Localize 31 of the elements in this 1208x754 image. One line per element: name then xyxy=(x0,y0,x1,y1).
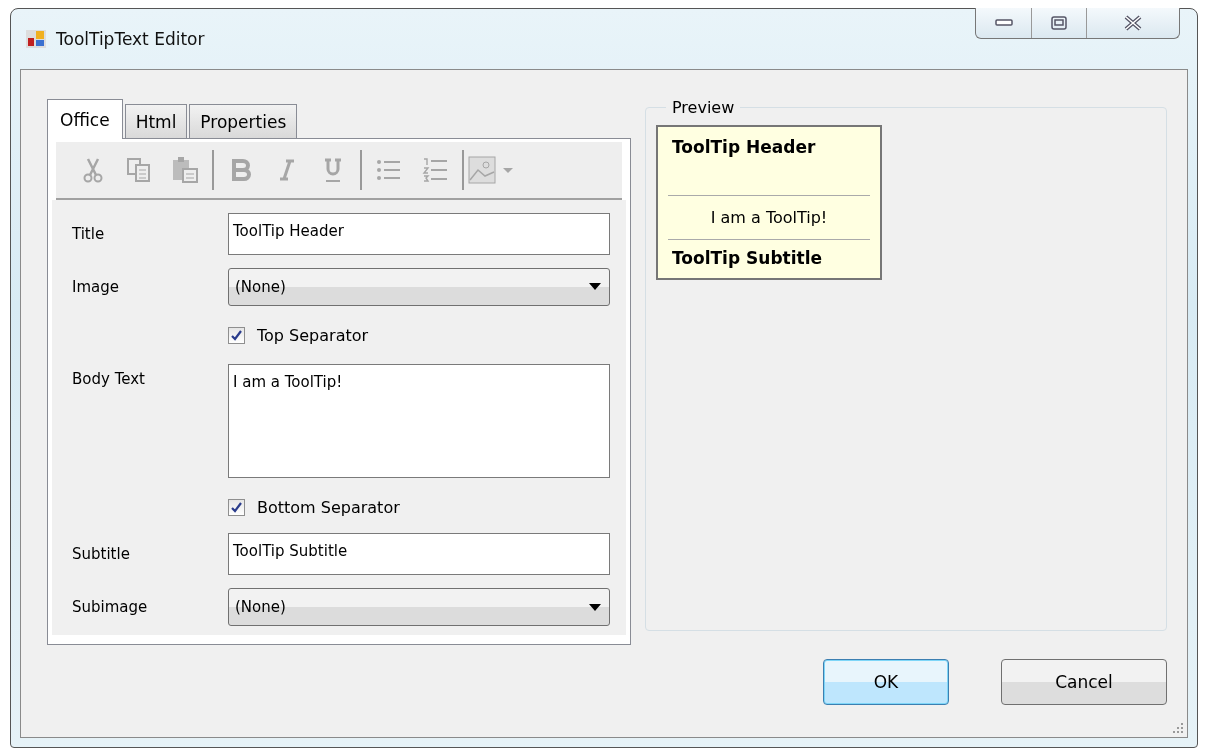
tooltip-body: I am a ToolTip! xyxy=(709,207,829,229)
tab[interactable]: Office xyxy=(47,99,123,139)
tooltip-header: ToolTip Header xyxy=(671,137,817,157)
window-title: ToolTipText Editor xyxy=(56,29,205,49)
checkbox[interactable]: Top Separator xyxy=(228,326,369,346)
dialog-button[interactable]: OK xyxy=(823,659,949,705)
dropdown[interactable]: (None) xyxy=(228,588,610,627)
minimize-icon xyxy=(994,19,1013,27)
caret-icon xyxy=(589,283,601,291)
dropdown[interactable]: (None) xyxy=(228,267,610,306)
field-label: Subimage xyxy=(72,598,149,617)
close-icon xyxy=(1123,15,1143,31)
tab[interactable]: Properties xyxy=(189,104,298,138)
field-label: Body Text xyxy=(72,368,146,388)
text-field[interactable]: ToolTip Header xyxy=(228,212,610,255)
tab[interactable]: Html xyxy=(124,104,188,138)
checkbox-box[interactable] xyxy=(228,327,245,345)
app-icon xyxy=(26,29,46,49)
field-label: Title xyxy=(72,224,106,243)
field-label: Subtitle xyxy=(72,545,131,564)
checkbox-box[interactable] xyxy=(228,498,245,516)
field-label: Image xyxy=(72,277,120,296)
maximize-icon xyxy=(1051,16,1067,30)
dialog-button[interactable]: Cancel xyxy=(1001,659,1167,705)
body-text-area[interactable]: I am a ToolTip! xyxy=(228,363,610,478)
checkbox[interactable]: Bottom Separator xyxy=(228,497,400,517)
group-title: Preview xyxy=(671,98,736,117)
text-field[interactable]: ToolTip Subtitle xyxy=(228,533,610,576)
tooltip-subtitle: ToolTip Subtitle xyxy=(671,248,823,268)
resize-grip-icon[interactable] xyxy=(1172,722,1184,734)
caret-icon xyxy=(589,603,601,611)
